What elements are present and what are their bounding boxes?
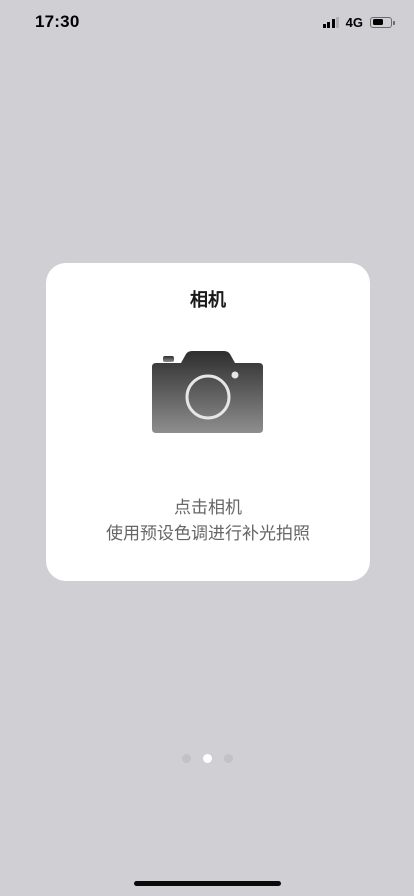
network-type: 4G [345,14,363,30]
page-dot-2[interactable] [202,754,212,763]
card-description-line1: 点击相机 [174,498,242,518]
camera-icon[interactable] [151,349,265,435]
page-dot-1[interactable] [181,754,191,763]
card-title: 相机 [190,290,226,311]
home-indicator[interactable] [134,881,281,886]
page-indicator[interactable] [0,754,414,763]
card-description: 点击相机 使用预设色调进行补光拍照 [46,495,370,547]
status-indicators: 4G [322,14,395,30]
camera-feature-card[interactable]: 相机 点击相机 使用预设色调进行补光拍照 [46,263,370,581]
status-time: 17:30 [35,12,80,31]
cellular-signal-icon [322,16,341,28]
page-dot-3[interactable] [223,754,233,763]
battery-icon [370,16,395,28]
status-bar: 17:30 4G [0,0,414,44]
card-description-line2: 使用预设色调进行补光拍照 [106,524,310,544]
battery-cap [393,20,395,25]
battery-fill [372,19,383,25]
